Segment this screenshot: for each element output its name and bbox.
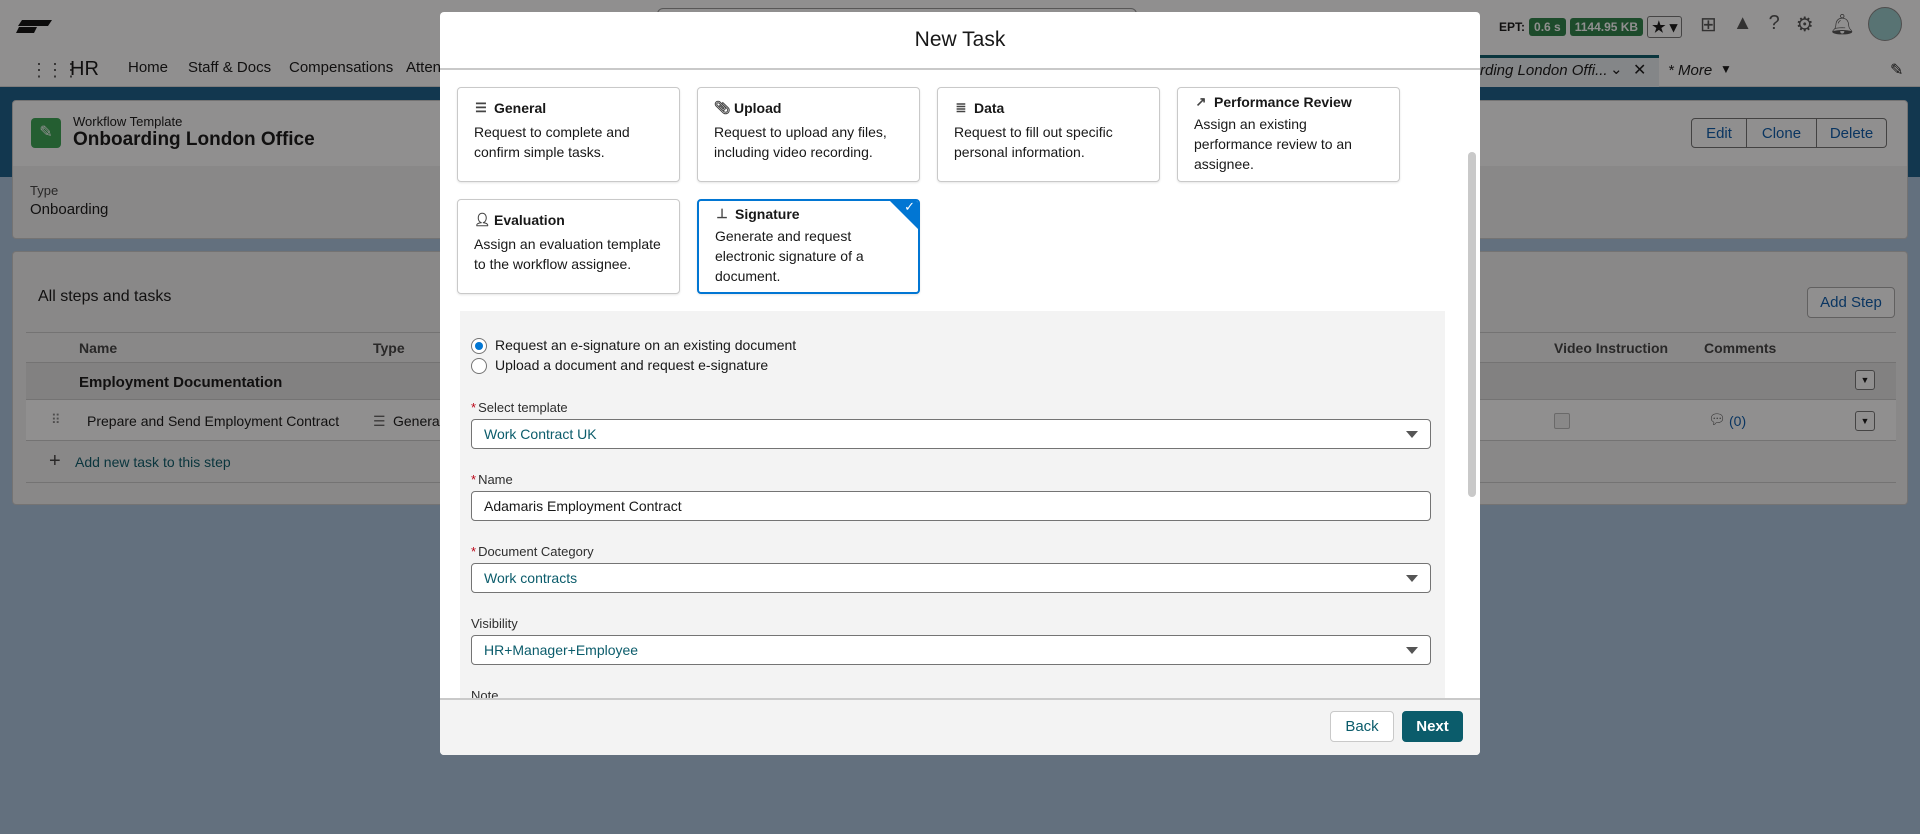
task-type-general[interactable]: ☰ General Request to complete and confirm… <box>457 87 680 182</box>
card-title: Evaluation <box>494 212 565 228</box>
card-title: Data <box>974 100 1005 116</box>
radio-upload-document[interactable]: Upload a document and request e-signatur… <box>471 357 769 375</box>
card-desc: Request to complete and confirm simple t… <box>474 124 630 160</box>
stamp-icon: ⊥ <box>716 206 728 221</box>
radio-label: Request an e-signature on an existing do… <box>495 337 797 353</box>
card-title: Performance Review <box>1214 94 1352 110</box>
template-select[interactable]: Work Contract UK <box>471 419 1431 449</box>
card-desc: Generate and request electronic signatur… <box>715 228 864 284</box>
task-type-upload[interactable]: 📎︎ Upload Request to upload any files, in… <box>697 87 920 182</box>
card-desc: Assign an evaluation template to the wor… <box>474 236 661 272</box>
trend-icon: ↗ <box>1195 94 1207 109</box>
name-label: Name <box>478 472 513 487</box>
visibility-label: Visibility <box>471 616 518 631</box>
modal-footer: Back Next <box>440 698 1480 755</box>
category-value: Work contracts <box>484 570 578 586</box>
chevron-down-icon <box>1406 574 1418 582</box>
radio-label: Upload a document and request e-signatur… <box>495 357 769 373</box>
task-type-evaluation[interactable]: 👤︎ Evaluation Assign an evaluation templa… <box>457 199 680 294</box>
chevron-down-icon <box>1406 646 1418 654</box>
radio-button[interactable] <box>471 338 487 355</box>
card-title: General <box>494 100 547 116</box>
name-value: Adamaris Employment Contract <box>484 498 682 514</box>
person-icon: 👤︎ <box>474 212 491 227</box>
card-desc: Request to upload any files, including v… <box>714 124 887 160</box>
modal-title: New Task <box>440 12 1480 70</box>
visibility-value: HR+Manager+Employee <box>484 642 639 658</box>
task-type-data[interactable]: ≣ Data Request to fill out specific perso… <box>937 87 1160 182</box>
template-value: Work Contract UK <box>484 426 597 442</box>
checklist-icon: ☰ <box>475 100 487 115</box>
paperclip-icon: 📎︎ <box>714 100 731 115</box>
card-title: Upload <box>734 100 782 116</box>
radio-existing-document[interactable]: Request an e-signature on an existing do… <box>471 337 797 355</box>
visibility-select[interactable]: HR+Manager+Employee <box>471 635 1431 665</box>
new-task-modal: New Task ☰ General Request to complete an… <box>440 12 1480 755</box>
task-type-signature[interactable]: ⊥ Signature Generate and request electron… <box>697 199 920 294</box>
modal-scrollbar[interactable] <box>1468 152 1476 497</box>
card-title: Signature <box>735 206 800 222</box>
category-select[interactable]: Work contracts <box>471 563 1431 593</box>
check-icon: ✓ <box>904 199 915 214</box>
task-type-performance-review[interactable]: ↗ Performance Review Assign an existing p… <box>1177 87 1400 182</box>
next-button[interactable]: Next <box>1402 711 1463 742</box>
card-desc: Request to fill out specific personal in… <box>954 124 1113 160</box>
category-label: Document Category <box>478 544 594 559</box>
template-label: Select template <box>478 400 568 415</box>
chevron-down-icon <box>1406 430 1418 438</box>
radio-button[interactable] <box>471 358 487 375</box>
back-button[interactable]: Back <box>1330 711 1394 742</box>
name-input[interactable]: Adamaris Employment Contract <box>471 491 1431 521</box>
signature-form: Request an e-signature on an existing do… <box>460 311 1445 737</box>
database-icon: ≣ <box>955 100 967 115</box>
card-desc: Assign an existing performance review to… <box>1194 116 1352 172</box>
